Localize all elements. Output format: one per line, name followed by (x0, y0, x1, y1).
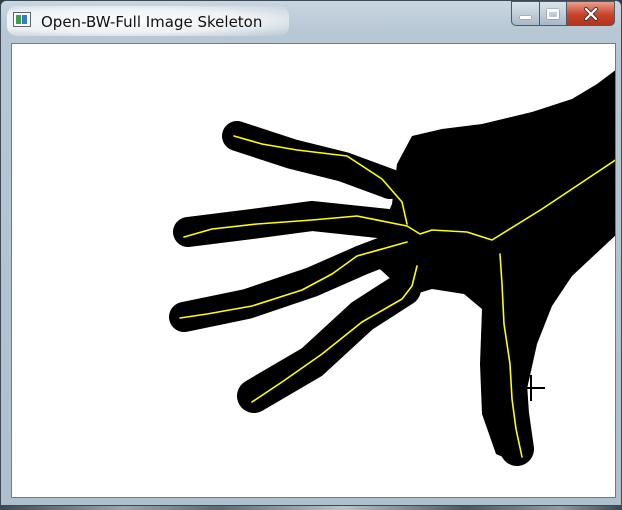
maximize-button[interactable] (540, 1, 567, 26)
skeleton-image (169, 70, 615, 466)
caption-buttons (511, 1, 615, 26)
image-canvas[interactable] (11, 43, 616, 498)
app-window: Open-BW-Full Image Skeleton (0, 0, 622, 506)
app-icon-blue (22, 15, 27, 24)
minimize-icon (520, 15, 531, 19)
close-button[interactable] (567, 1, 615, 26)
close-icon (583, 6, 598, 21)
window-title: Open-BW-Full Image Skeleton (41, 13, 263, 31)
maximize-icon (547, 8, 559, 19)
app-icon-green (16, 15, 21, 24)
app-icon[interactable] (13, 12, 31, 27)
minimize-button[interactable] (511, 1, 540, 26)
finger-middle (173, 200, 422, 247)
hand-palm (372, 70, 615, 461)
